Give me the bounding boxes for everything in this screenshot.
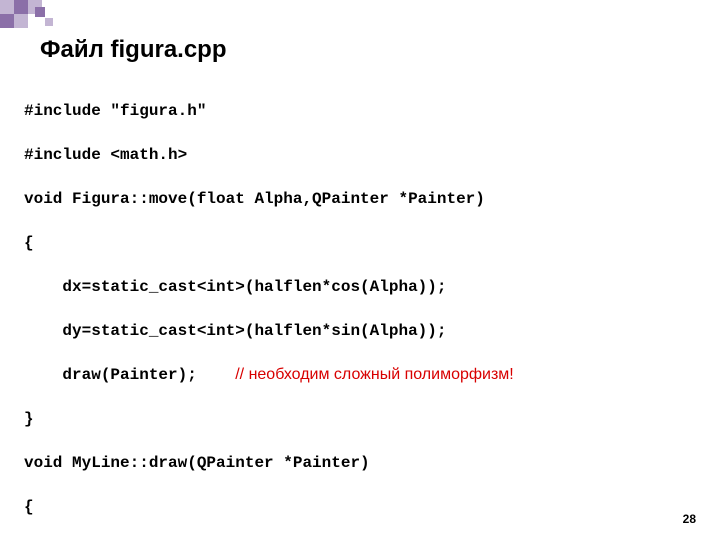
- code-line: draw(Painter); // необходим сложный поли…: [24, 364, 514, 386]
- page-number: 28: [683, 512, 696, 526]
- code-line: }: [24, 408, 514, 430]
- code-line: dy=static_cast<int>(halflen*sin(Alpha));: [24, 320, 514, 342]
- code-line: {: [24, 496, 514, 518]
- code-line: void MyLine::draw(QPainter *Painter): [24, 452, 514, 474]
- code-block: #include "figura.h" #include <math.h> vo…: [24, 78, 514, 540]
- code-text: draw(Painter);: [24, 366, 235, 384]
- code-line: dx=static_cast<int>(halflen*cos(Alpha));: [24, 276, 514, 298]
- code-line: #include <math.h>: [24, 144, 514, 166]
- slide-title: Файл figura.cpp: [40, 36, 227, 64]
- code-line: #include "figura.h": [24, 100, 514, 122]
- code-line: void Figura::move(float Alpha,QPainter *…: [24, 188, 514, 210]
- code-comment: // необходим сложный полиморфизм!: [235, 366, 514, 383]
- code-line: {: [24, 232, 514, 254]
- slide-corner-decoration: [0, 0, 120, 40]
